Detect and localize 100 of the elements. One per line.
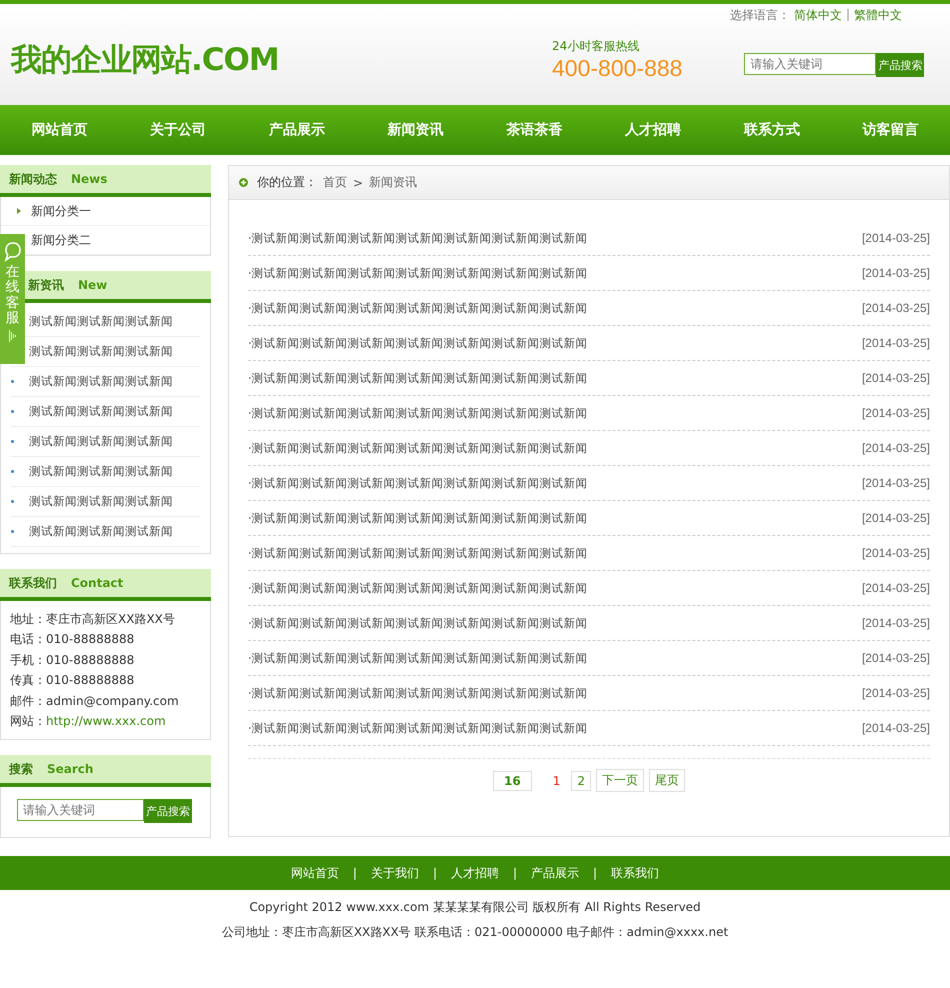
news-link[interactable]: 测试新闻测试新闻测试新闻 [29,404,173,419]
arrow-icon [8,330,16,342]
contact-value: admin@company.com [46,694,179,708]
last-page-link[interactable]: 尾页 [648,769,685,792]
news-link[interactable]: 测试新闻测试新闻测试新闻 [29,464,173,479]
hotline-number: 400-800-888 [552,55,682,82]
news-title-link[interactable]: ·测试新闻测试新闻测试新闻测试新闻测试新闻测试新闻测试新闻 [248,406,588,420]
footer-link[interactable]: 联系我们 [611,864,660,882]
company-address: 公司地址：枣庄市高新区XX路XX号 联系电话：021-00000000 电子邮件：admin@xxxx.net [220,924,730,940]
nav-link[interactable]: 网站首页 [31,121,88,139]
search-button[interactable]: 产品搜索 [876,53,924,77]
contact-value: 枣庄市高新区XX路XX号 [46,612,175,626]
page-link[interactable]: 2 [571,770,591,790]
breadcrumb-label: 你的位置： [257,174,317,191]
news-date: [2014-03-25] [862,616,930,630]
panel-title: 新资讯 [28,276,64,294]
next-page-link[interactable]: 下一页 [596,769,644,792]
breadcrumb-link[interactable]: 首页 [323,174,347,191]
panel-title: 联系我们 [9,574,57,592]
contact-value: 010-88888888 [46,652,134,667]
news-title-link[interactable]: ·测试新闻测试新闻测试新闻测试新闻测试新闻测试新闻测试新闻 [248,616,588,630]
site-logo[interactable]: 我的企业网站.COM [11,39,441,81]
search-field[interactable]: 请输入关键词 [744,53,876,75]
news-date: [2014-03-25] [862,686,930,700]
news-title-link[interactable]: ·测试新闻测试新闻测试新闻测试新闻测试新闻测试新闻测试新闻 [248,370,588,386]
news-date: [2014-03-25] [862,441,930,455]
news-date: [2014-03-25] [862,406,930,420]
news-title-link[interactable]: ·测试新闻测试新闻测试新闻测试新闻测试新闻测试新闻测试新闻 [248,230,588,246]
news-title-link[interactable]: ·测试新闻测试新闻测试新闻测试新闻测试新闻测试新闻测试新闻 [248,336,588,350]
category-link[interactable]: 新闻分类二 [31,232,91,248]
nav-link[interactable]: 访客留言 [862,121,919,139]
news-link[interactable]: 测试新闻测试新闻测试新闻 [29,374,173,389]
panel-title-english: News [71,172,108,186]
contact-label: 手机： [10,652,46,667]
news-link[interactable]: 测试新闻测试新闻测试新闻 [29,494,173,509]
panel-title: 新闻动态 [9,170,57,188]
nav-link[interactable]: 新闻资讯 [388,121,444,139]
triangle-icon [17,208,21,214]
contact-value: 010-88888888 [46,673,134,688]
copyright-text: Copyright 2012 www.xxx.com 某某某某有限公司 版权所有 All Rights Reserved [248,899,702,916]
news-title-link[interactable]: ·测试新闻测试新闻测试新闻测试新闻测试新闻测试新闻测试新闻 [248,440,588,456]
panel-title-english: Contact [71,576,124,590]
search-button[interactable]: 产品搜索 [144,799,192,824]
nav-link[interactable]: 关于公司 [150,121,206,139]
language-link[interactable]: 简体中文 [794,7,842,24]
nav-link[interactable]: 人才招聘 [625,121,682,139]
contact-label: 电话： [10,632,46,646]
news-title-link[interactable]: ·测试新闻测试新闻测试新闻测试新闻测试新闻测试新闻测试新闻 [248,266,588,280]
page-link[interactable]: 1 [546,770,566,790]
panel-title-english: New [78,278,108,292]
news-date: [2014-03-25] [862,371,930,385]
nav-link[interactable]: 联系方式 [744,121,800,139]
footer-link[interactable]: 产品展示 [531,864,580,882]
contact-label: 地址： [10,612,46,626]
footer-link[interactable]: 网站首页 [290,864,339,882]
footer-separator: | [513,866,518,880]
total-count: 16 [493,770,532,790]
news-date: [2014-03-25] [862,301,930,315]
news-date: [2014-03-25] [862,266,930,280]
contact-label: 邮件： [10,694,46,708]
footer-separator: | [432,866,437,880]
language-separator: | [846,7,850,23]
news-date: [2014-03-25] [862,651,930,665]
nav-link[interactable]: 茶语茶香 [506,121,562,139]
breadcrumb-link[interactable]: 新闻资讯 [369,174,418,191]
news-date: [2014-03-25] [862,581,930,595]
news-title-link[interactable]: ·测试新闻测试新闻测试新闻测试新闻测试新闻测试新闻测试新闻 [248,720,588,736]
breadcrumb-separator: > [353,176,364,190]
news-title-link[interactable]: ·测试新闻测试新闻测试新闻测试新闻测试新闻测试新闻测试新闻 [248,650,588,666]
news-title-link[interactable]: ·测试新闻测试新闻测试新闻测试新闻测试新闻测试新闻测试新闻 [248,300,588,316]
footer-separator: | [352,866,357,880]
footer-link[interactable]: 人才招聘 [451,864,499,882]
online-service-label: 在线客服 [6,265,20,327]
hotline-label: 24小时客服热线 [552,38,640,55]
footer-link[interactable]: 关于我们 [370,864,419,882]
plus-circle-icon [239,178,248,187]
news-title-link[interactable]: ·测试新闻测试新闻测试新闻测试新闻测试新闻测试新闻测试新闻 [248,686,588,700]
panel-title: 搜索 [9,760,33,778]
nav-link[interactable]: 产品展示 [268,121,325,139]
news-date: [2014-03-25] [862,546,930,560]
news-title-link[interactable]: ·测试新闻测试新闻测试新闻测试新闻测试新闻测试新闻测试新闻 [248,476,588,490]
news-link[interactable]: 测试新闻测试新闻测试新闻 [29,524,173,539]
news-date: [2014-03-25] [862,721,930,735]
website-link[interactable]: http://www.xxx.com [46,714,166,728]
panel-title-english: Search [47,762,94,776]
news-date: [2014-03-25] [862,336,930,350]
contact-value: 010-88888888 [46,632,134,646]
news-title-link[interactable]: ·测试新闻测试新闻测试新闻测试新闻测试新闻测试新闻测试新闻 [248,580,588,596]
news-link[interactable]: 测试新闻测试新闻测试新闻 [29,434,173,449]
news-link[interactable]: 测试新闻测试新闻测试新闻 [29,344,173,359]
news-date: [2014-03-25] [862,231,930,245]
news-title-link[interactable]: ·测试新闻测试新闻测试新闻测试新闻测试新闻测试新闻测试新闻 [248,546,588,560]
news-date: [2014-03-25] [862,476,930,490]
contact-label: 传真： [10,673,46,688]
search-field[interactable]: 请输入关键词 [17,799,144,822]
news-link[interactable]: 测试新闻测试新闻测试新闻 [29,314,173,329]
language-link[interactable]: 繁體中文 [854,7,902,24]
footer-separator: | [593,866,598,880]
category-link[interactable]: 新闻分类一 [31,202,91,220]
news-title-link[interactable]: ·测试新闻测试新闻测试新闻测试新闻测试新闻测试新闻测试新闻 [248,510,588,526]
